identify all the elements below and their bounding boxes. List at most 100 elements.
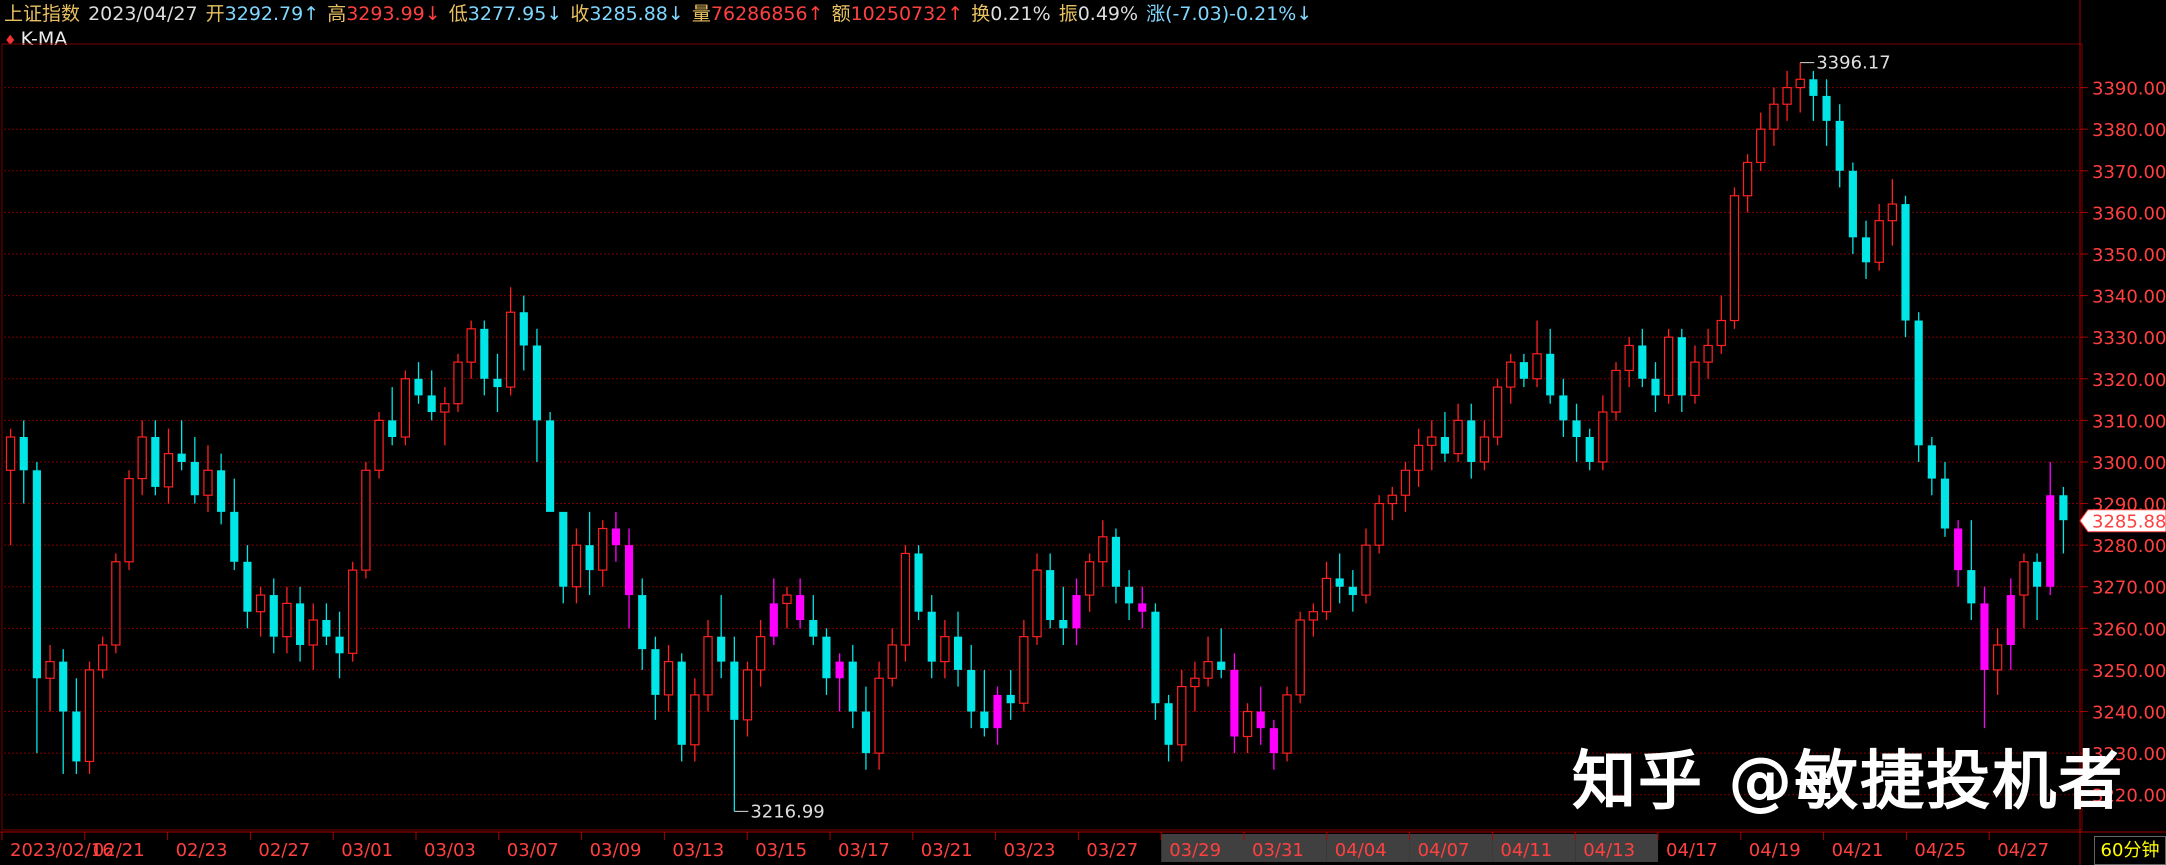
candle-body <box>809 620 818 637</box>
candle-body <box>308 619 318 646</box>
candle-body <box>953 636 963 670</box>
candle-body <box>190 461 199 496</box>
candle-body <box>1835 120 1844 171</box>
plot-frame <box>1 43 2083 831</box>
candle-body <box>400 378 411 438</box>
candle-body <box>611 528 620 546</box>
candle-body <box>1125 586 1134 604</box>
candle-body <box>585 545 594 571</box>
kline-chart[interactable]: 上证指数 2023/04/27 开3292.79↑ 高3293.99↓ 低327… <box>0 0 2166 865</box>
candle-body <box>296 603 305 645</box>
candle-body <box>1164 703 1173 745</box>
date-label: 03/21 <box>921 840 973 861</box>
candle-body <box>2006 595 2015 645</box>
date-label: 04/27 <box>1997 840 2049 861</box>
candle-body <box>571 544 582 588</box>
y-tick-label: 3330.00 <box>2092 328 2166 349</box>
candle-body <box>1335 578 1344 587</box>
candle-body <box>1887 203 1898 222</box>
candle-body <box>124 477 134 563</box>
candle-body <box>1427 436 1437 446</box>
candle-body <box>1624 344 1634 372</box>
candle-body <box>1992 644 2003 671</box>
candle-body <box>900 552 911 646</box>
candle-body <box>967 669 976 712</box>
candle-body <box>322 620 331 637</box>
candle-body <box>1874 220 1884 263</box>
candle-body <box>1151 611 1160 704</box>
candle-body <box>546 420 555 512</box>
candle-body <box>1585 437 1594 462</box>
candle-body <box>927 611 936 662</box>
date-label: 03/27 <box>1086 840 1138 861</box>
candle-body <box>1756 128 1766 164</box>
candle-body <box>663 661 674 696</box>
candle-body <box>1361 544 1371 596</box>
candle-body <box>1348 586 1357 596</box>
candle-body <box>1729 195 1740 322</box>
candle-body <box>1861 237 1871 263</box>
candle-body <box>348 569 358 654</box>
candle-body <box>1663 336 1674 397</box>
candle-body <box>1703 344 1713 363</box>
candle-body <box>1374 502 1384 546</box>
candle-body <box>1242 710 1253 738</box>
candle-body <box>1217 661 1226 670</box>
candle-body <box>1742 161 1753 197</box>
candle-body <box>1638 345 1647 379</box>
candle-body <box>1769 103 1779 130</box>
candle-body <box>993 694 1002 729</box>
candle-body <box>1138 603 1147 612</box>
date-label: 04/21 <box>1832 840 1884 861</box>
candle-body <box>335 636 344 654</box>
candle-body <box>1230 669 1239 737</box>
candle-body <box>1479 436 1490 463</box>
candle-body <box>1032 569 1042 638</box>
date-label: 04/13 <box>1583 840 1635 861</box>
date-label: 04/17 <box>1666 840 1718 861</box>
candle-body <box>32 470 41 679</box>
period-button[interactable]: 60分钟 <box>2094 836 2166 865</box>
date-label: 03/01 <box>341 840 393 861</box>
candle-body <box>1413 444 1424 471</box>
candle-body <box>796 595 805 621</box>
candle-body <box>217 470 226 512</box>
candle-body <box>203 469 213 496</box>
candle-body <box>5 436 16 471</box>
candle-body <box>1177 685 1187 746</box>
candle-body <box>1598 411 1608 463</box>
candle-body <box>137 436 147 480</box>
candle-body <box>1282 694 1292 754</box>
candle-body <box>1295 619 1305 696</box>
candle-body <box>559 511 568 587</box>
candle-body <box>1967 570 1976 604</box>
candle-body <box>72 711 81 762</box>
date-label: 03/13 <box>672 840 724 861</box>
candle-body <box>874 677 884 754</box>
date-label: 04/07 <box>1418 840 1470 861</box>
candle-body <box>1387 494 1397 505</box>
candle-body <box>1321 577 1332 613</box>
candle-body <box>598 527 608 571</box>
candle-body <box>1822 95 1831 121</box>
candle-body <box>782 594 792 604</box>
candle-body <box>848 661 857 712</box>
candle-body <box>1059 620 1068 629</box>
candle-body <box>1084 561 1095 596</box>
candle-body <box>677 661 686 745</box>
date-label: 04/04 <box>1335 840 1387 861</box>
candle-body <box>374 419 384 471</box>
y-tick-label: 3310.00 <box>2092 411 2166 432</box>
candle-body <box>2019 561 2029 596</box>
candle-body <box>1782 86 1792 105</box>
y-tick-label: 3270.00 <box>2092 578 2166 599</box>
candle-body <box>466 328 476 363</box>
y-tick-label: 3300.00 <box>2092 453 2166 474</box>
candle-body <box>1901 204 1910 321</box>
candle-body <box>1611 369 1621 413</box>
candle-body <box>1256 711 1265 729</box>
candle-body <box>59 661 68 712</box>
y-tick-label: 3350.00 <box>2092 245 2166 266</box>
candle-body <box>624 545 634 596</box>
candle-body <box>440 403 450 413</box>
